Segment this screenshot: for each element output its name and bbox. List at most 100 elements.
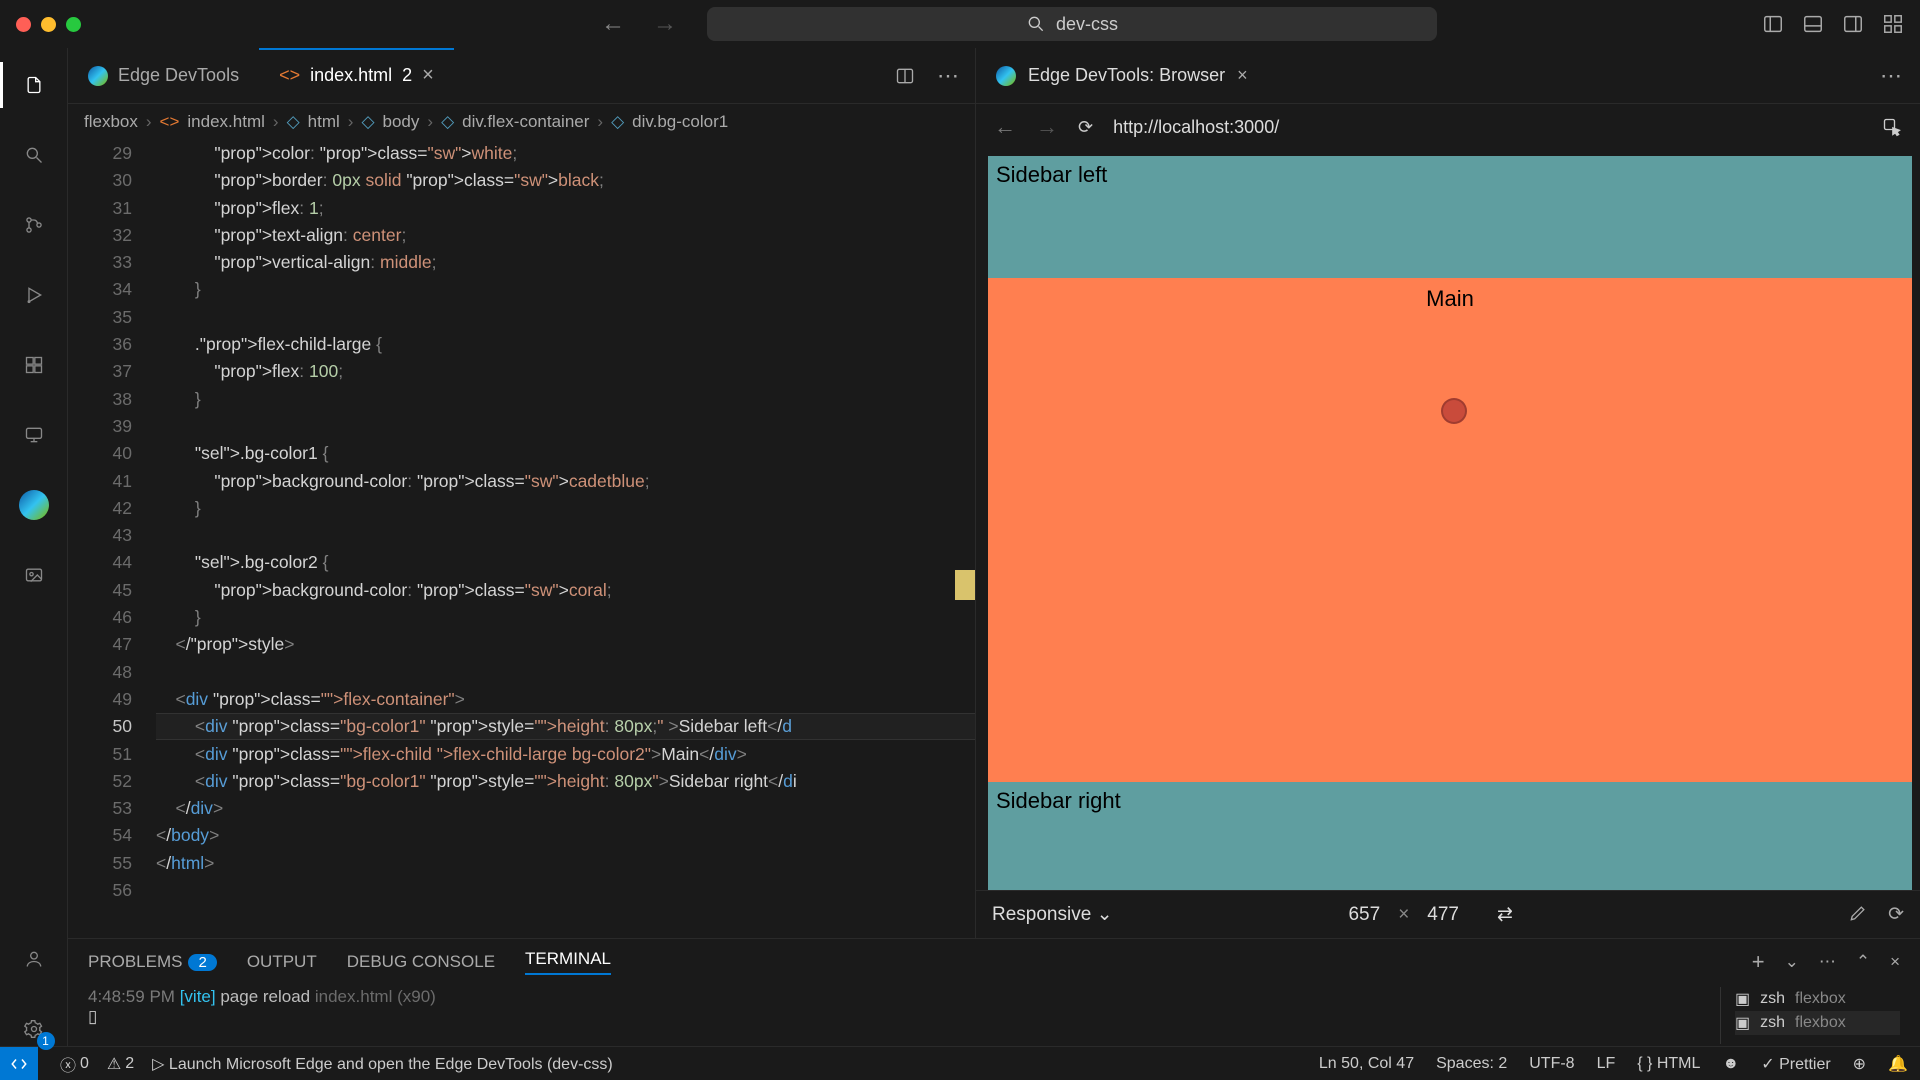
browser-back-icon[interactable]: ← [994,114,1016,140]
new-terminal-icon[interactable]: + [1752,949,1765,975]
tab-devtools-browser[interactable]: Edge DevTools: Browser × [976,48,1268,103]
tab-edge-devtools[interactable]: Edge DevTools [68,48,259,103]
status-warnings[interactable]: ⚠ 2 [107,1054,134,1074]
code-editor-pane: Edge DevTools <> index.html 2 × ⋯ flexbo… [68,48,976,938]
panel-tab-problems[interactable]: PROBLEMS2 [88,952,217,972]
split-terminal-icon[interactable]: ⌄ [1785,952,1799,972]
tab-index-html[interactable]: <> index.html 2 × [259,48,454,103]
line-gutter: 2930313233343536373839404142434445464748… [68,140,156,938]
browser-url[interactable]: http://localhost:3000/ [1113,117,1862,138]
status-cursor[interactable]: Ln 50, Col 47 [1319,1055,1414,1073]
minimap-marker [955,570,975,600]
tab-close-icon[interactable]: × [1237,65,1248,86]
status-bell-icon[interactable]: 🔔 [1888,1054,1908,1074]
terminal-list: ▣zsh flexbox ▣zsh flexbox [1720,987,1900,1044]
bc-html[interactable]: html [308,112,340,132]
panel-tab-terminal[interactable]: TERMINAL [525,949,611,975]
more-actions-icon[interactable]: ⋯ [937,63,959,89]
preview-main: Main [988,278,1912,782]
search-icon [1026,14,1046,34]
status-encoding[interactable]: UTF-8 [1529,1055,1574,1073]
title-bar: ← → dev-css [0,0,1920,48]
problems-count: 2 [188,954,216,971]
browser-url-bar: ← → ⟳ http://localhost:3000/ [976,104,1920,150]
browser-tabs: Edge DevTools: Browser × ⋯ [976,48,1920,104]
status-errors[interactable]: ⓧ 0 [60,1052,89,1076]
terminal-item[interactable]: ▣zsh flexbox [1735,987,1900,1011]
panel-tab-output[interactable]: OUTPUT [247,952,317,972]
remote-explorer-icon[interactable] [17,418,51,452]
cursor-indicator-icon [1441,398,1467,424]
command-center[interactable]: dev-css [707,7,1437,41]
split-editor-icon[interactable] [895,66,915,86]
back-icon[interactable]: ← [601,10,625,38]
status-spaces[interactable]: Spaces: 2 [1436,1055,1507,1073]
code-body[interactable]: "prop">color: "prop">class="sw">white; "… [156,140,975,938]
browser-pane: Edge DevTools: Browser × ⋯ ← → ⟳ http://… [976,48,1920,938]
inspect-icon[interactable] [1882,117,1902,137]
more-actions-icon[interactable]: ⋯ [1880,63,1902,89]
maximize-panel-icon[interactable]: ⌃ [1856,952,1870,972]
terminal-body[interactable]: 4:48:59 PM [vite] page reload index.html… [68,985,1920,1046]
browser-reload-icon[interactable]: ⟳ [1078,117,1093,138]
preview-main-label: Main [1426,286,1474,311]
toggle-panel-icon[interactable] [1802,13,1824,35]
status-copilot-icon[interactable]: ☻ [1722,1055,1739,1073]
browser-preview[interactable]: Sidebar left Main Sidebar right [988,156,1912,890]
shell-icon: ▣ [1735,1013,1750,1033]
terminal-item[interactable]: ▣zsh flexbox [1735,1011,1900,1035]
status-feedback-icon[interactable]: ⊕ [1853,1054,1866,1074]
status-bar: ⓧ 0 ⚠ 2 ▷ Launch Microsoft Edge and open… [0,1046,1920,1080]
tab-close-icon[interactable]: × [422,64,434,87]
editor-tabs: Edge DevTools <> index.html 2 × ⋯ [68,48,975,104]
settings-badge: 1 [37,1032,55,1050]
explorer-icon[interactable] [17,68,51,102]
rotate-icon[interactable]: ⇄ [1497,903,1513,926]
maximize-window[interactable] [66,17,81,32]
shell-icon: ▣ [1735,989,1750,1009]
bc-flex[interactable]: div.flex-container [462,112,589,132]
search-sidebar-icon[interactable] [17,138,51,172]
accounts-icon[interactable] [17,942,51,976]
toggle-sidebar-right-icon[interactable] [1842,13,1864,35]
status-launch-hint[interactable]: ▷ Launch Microsoft Edge and open the Edg… [152,1054,613,1074]
panel-tab-debug[interactable]: DEBUG CONSOLE [347,952,495,972]
term-tag: [vite] [180,987,216,1006]
bc-file[interactable]: index.html [187,112,264,132]
settings-icon[interactable]: 1 [17,1012,51,1046]
browser-forward-icon[interactable]: → [1036,114,1058,140]
close-panel-icon[interactable]: × [1890,952,1900,972]
tab-dirty-count: 2 [402,65,412,86]
close-window[interactable] [16,17,31,32]
bc-root[interactable]: flexbox [84,112,138,132]
customize-layout-icon[interactable] [1882,13,1904,35]
edge-tools-icon[interactable] [17,488,51,522]
code-editor[interactable]: 2930313233343536373839404142434445464748… [68,140,975,938]
tab-label: Edge DevTools: Browser [1028,65,1225,86]
remote-indicator[interactable] [0,1047,38,1080]
edit-icon[interactable] [1848,903,1868,923]
breadcrumbs[interactable]: flexbox› <>index.html› ◇html› ◇body› ◇di… [68,104,975,140]
status-lang[interactable]: { } HTML [1637,1055,1700,1073]
panel-more-icon[interactable]: ⋯ [1819,952,1836,972]
status-prettier[interactable]: ✓ Prettier [1761,1054,1830,1074]
viewport-width[interactable]: 657 [1348,904,1380,926]
layout-controls [1762,13,1904,35]
source-control-icon[interactable] [17,208,51,242]
device-more-icon[interactable]: ⟳ [1888,903,1904,926]
bc-body[interactable]: body [383,112,420,132]
term-count: (x90) [397,987,436,1006]
minimize-window[interactable] [41,17,56,32]
extensions-icon[interactable] [17,348,51,382]
term-timestamp: 4:48:59 PM [88,987,175,1006]
tab-label: Edge DevTools [118,65,239,86]
window-traffic-lights [16,17,81,32]
device-select[interactable]: Responsive ⌄ [992,903,1112,926]
status-eol[interactable]: LF [1597,1055,1616,1073]
forward-icon[interactable]: → [653,10,677,38]
toggle-sidebar-left-icon[interactable] [1762,13,1784,35]
bc-bg1[interactable]: div.bg-color1 [632,112,728,132]
photos-icon[interactable] [17,558,51,592]
run-debug-icon[interactable] [17,278,51,312]
viewport-height[interactable]: 477 [1427,904,1459,926]
